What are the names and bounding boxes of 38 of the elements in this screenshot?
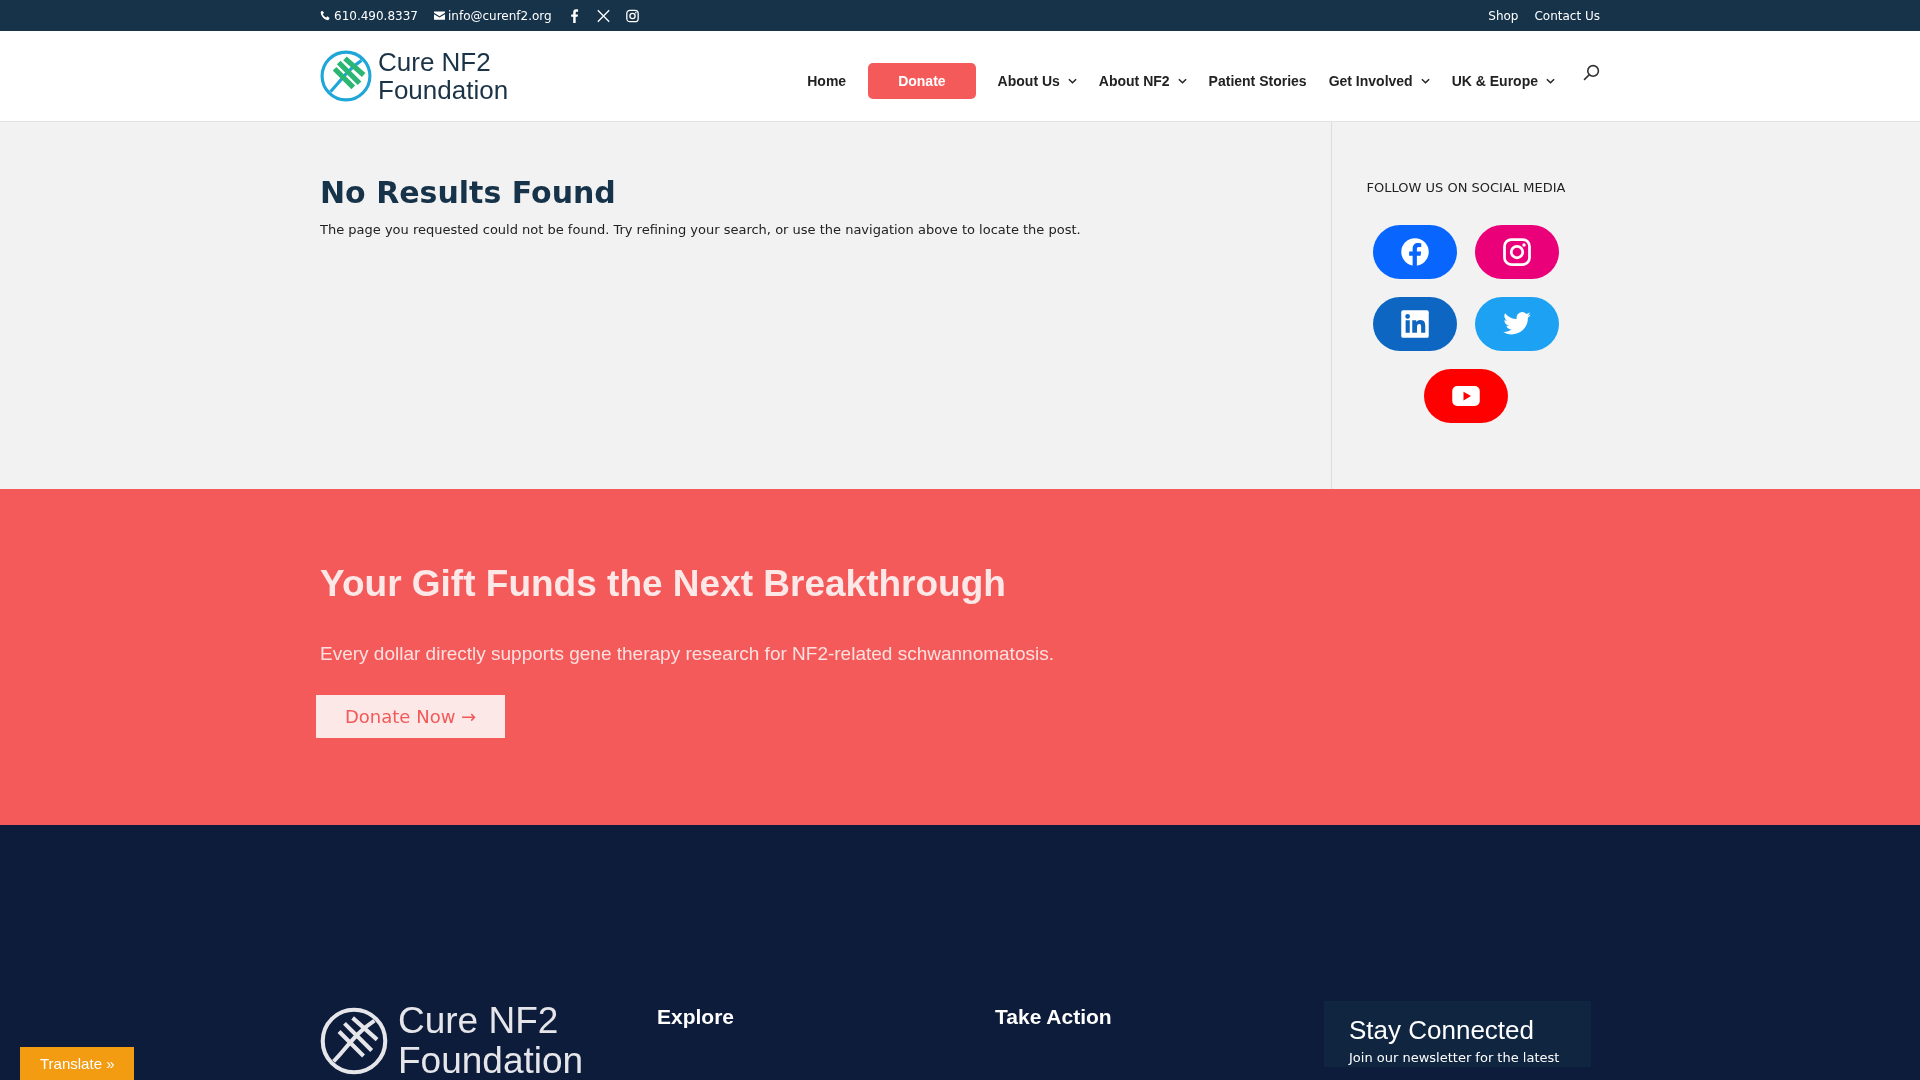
banner-heading: Your Gift Funds the Next Breakthrough — [320, 563, 1007, 605]
top-link[interactable]: Contact Us — [1534, 8, 1600, 23]
top-link[interactable]: Shop — [1488, 8, 1519, 23]
nav-item[interactable]: Get Involved — [1328, 73, 1430, 89]
caret-icon — [1177, 78, 1187, 84]
newsletter-title: Stay Connected — [1349, 1015, 1535, 1046]
message-text: The page you requested could not be found. Try refining your search, or use the navigation above to locate the post. — [320, 222, 1082, 237]
twitter-button[interactable] — [1475, 297, 1559, 351]
nav-item[interactable]: UK & Europe — [1451, 73, 1555, 89]
banner-text: Every dollar directly supports gene therapy research for NF2-related schwannomatosis. — [320, 643, 1055, 665]
instagram-button[interactable] — [1475, 225, 1559, 279]
linkedin-icon — [1400, 309, 1430, 339]
nav-item[interactable]: About NF2 — [1098, 73, 1187, 89]
phone-link[interactable]: 610.490.8337 — [320, 8, 418, 23]
nav-item[interactable]: Patient Stories — [1208, 73, 1307, 89]
footer-heading: Take Action — [995, 1005, 1113, 1029]
page-title: No Results Found — [320, 175, 617, 210]
sidebar-title: FOLLOW US ON SOCIAL MEDIA — [1366, 180, 1566, 195]
footer-heading: Explore — [657, 1005, 736, 1029]
youtube-button[interactable] — [1424, 369, 1508, 423]
search-icon[interactable] — [1583, 63, 1600, 81]
nav-item[interactable]: About Us — [997, 73, 1077, 89]
x-icon[interactable] — [596, 8, 610, 23]
caret-icon — [1420, 78, 1430, 84]
newsletter-text: Join our newsletter for the latest — [1349, 1050, 1561, 1065]
logo-text[interactable]: Cure NF2 Foundation — [398, 1001, 584, 1080]
caret-icon — [1546, 78, 1555, 84]
mail-icon — [434, 10, 445, 21]
nav-item[interactable]: Home — [807, 73, 847, 89]
phone-icon — [320, 10, 331, 21]
facebook-button[interactable] — [1373, 225, 1457, 279]
instagram-icon[interactable] — [625, 8, 639, 23]
email-link[interactable]: info@curenf2.org — [434, 8, 552, 23]
logo-text[interactable]: Cure NF2 Foundation — [378, 48, 509, 104]
instagram-icon — [1502, 237, 1532, 267]
linkedin-button[interactable] — [1373, 297, 1457, 351]
facebook-icon — [1400, 237, 1430, 267]
caret-icon — [1067, 78, 1077, 84]
